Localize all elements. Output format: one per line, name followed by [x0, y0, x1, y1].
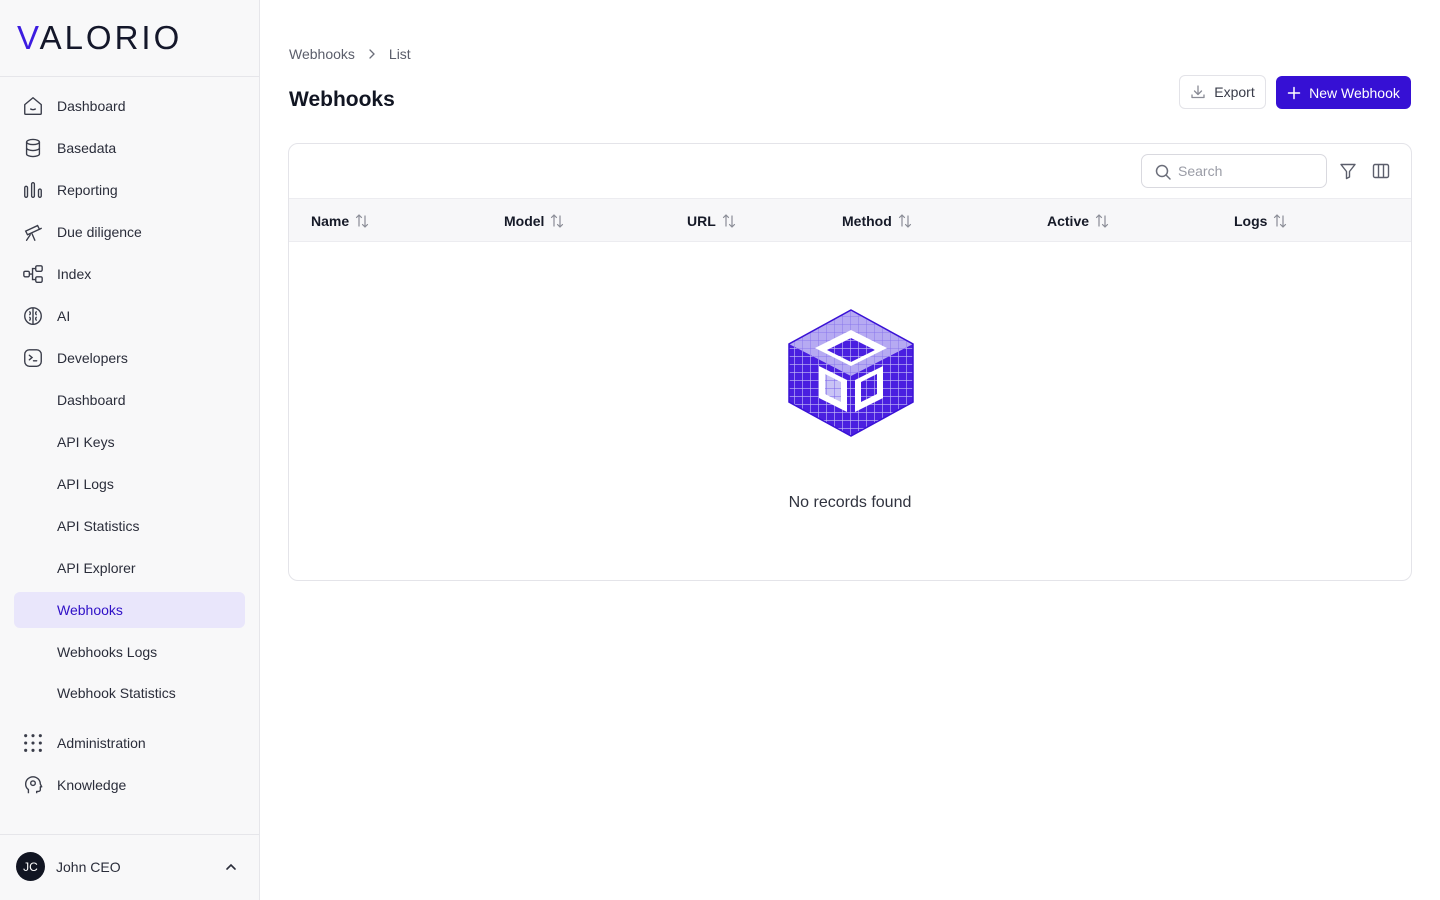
sidebar-item-label: Reporting	[57, 182, 118, 198]
sidebar-item-reporting[interactable]: Reporting	[14, 172, 245, 208]
column-header-method[interactable]: Method	[842, 199, 914, 242]
table-header: Name Model URL Method Active Logs	[289, 199, 1411, 242]
sidebar-subitem-api-explorer[interactable]: API Explorer	[14, 550, 245, 586]
column-header-logs[interactable]: Logs	[1234, 199, 1289, 242]
head-icon	[22, 774, 44, 796]
search-input[interactable]	[1178, 161, 1318, 181]
sort-icon	[548, 212, 566, 230]
sidebar-subitem-api-keys[interactable]: API Keys	[14, 424, 245, 460]
sort-icon	[720, 212, 738, 230]
sidebar-item-dashboard[interactable]: Dashboard	[14, 88, 245, 124]
sidebar-subitem-dashboard[interactable]: Dashboard	[14, 382, 245, 418]
logo-area: VALORIO	[0, 0, 259, 77]
table-toolbar	[289, 144, 1411, 199]
user-menu[interactable]: JC John CEO	[0, 834, 259, 900]
export-button[interactable]: Export	[1179, 75, 1266, 109]
hierarchy-icon	[22, 263, 44, 285]
sidebar-item-due-diligence[interactable]: Due diligence	[14, 214, 245, 250]
sidebar-item-developers[interactable]: Developers	[14, 340, 245, 376]
column-header-active[interactable]: Active	[1047, 199, 1111, 242]
sidebar-item-label: Webhooks	[57, 602, 123, 618]
sort-icon	[1093, 212, 1111, 230]
search-box	[1141, 154, 1327, 188]
sidebar-item-label: Knowledge	[57, 777, 127, 793]
sidebar-item-label: Dashboard	[57, 98, 126, 114]
terminal-icon	[22, 347, 44, 369]
column-label: URL	[687, 212, 716, 229]
sidebar-item-index[interactable]: Index	[14, 256, 245, 292]
sidebar-item-label: AI	[57, 308, 71, 324]
sidebar-item-label: Webhook Statistics	[57, 685, 176, 701]
column-header-url[interactable]: URL	[687, 199, 738, 242]
column-header-name[interactable]: Name	[311, 199, 371, 242]
search-icon	[1154, 163, 1172, 181]
sidebar-item-label: API Statistics	[57, 518, 140, 534]
column-header-model[interactable]: Model	[504, 199, 566, 242]
webhooks-table-card: Name Model URL Method Active Logs	[288, 143, 1412, 581]
columns-icon[interactable]	[1371, 161, 1391, 181]
sidebar-subitem-webhook-statistics[interactable]: Webhook Statistics	[14, 675, 245, 711]
sidebar: VALORIO Dashboard Basedata Reporting Due…	[0, 0, 260, 900]
export-label: Export	[1214, 84, 1255, 100]
valorio-logo[interactable]: VALORIO	[17, 19, 182, 57]
sidebar-item-knowledge[interactable]: Knowledge	[14, 767, 245, 803]
empty-message: No records found	[788, 494, 912, 511]
column-label: Method	[842, 212, 892, 229]
sidebar-item-ai[interactable]: AI	[14, 298, 245, 334]
database-icon	[22, 137, 44, 159]
user-name: John CEO	[56, 859, 121, 875]
column-label: Logs	[1234, 212, 1268, 229]
new-webhook-button[interactable]: New Webhook	[1276, 76, 1411, 109]
sort-icon	[1271, 212, 1289, 230]
chevron-right-icon	[365, 47, 379, 61]
sort-icon	[353, 212, 371, 230]
new-webhook-label: New Webhook	[1309, 84, 1400, 101]
empty-state: No records found	[289, 242, 1411, 580]
breadcrumb-webhooks-link[interactable]: Webhooks	[289, 46, 355, 62]
sidebar-item-label: Webhooks Logs	[57, 644, 158, 660]
sidebar-item-label: Dashboard	[57, 392, 126, 408]
sidebar-item-label: API Logs	[57, 476, 114, 492]
home-icon	[22, 95, 44, 117]
sidebar-subitem-api-logs[interactable]: API Logs	[14, 466, 245, 502]
sidebar-item-label: Administration	[57, 735, 146, 751]
breadcrumb-current: List	[388, 46, 411, 62]
sidebar-item-administration[interactable]: Administration	[14, 725, 245, 761]
empty-cube-illustration	[788, 309, 914, 437]
sidebar-item-label: Index	[57, 266, 92, 282]
bar-chart-icon	[22, 179, 44, 201]
column-label: Active	[1047, 212, 1090, 229]
download-icon	[1190, 84, 1206, 100]
sidebar-item-label: Due diligence	[57, 224, 142, 240]
sidebar-item-label: Basedata	[57, 140, 117, 156]
filter-icon[interactable]	[1338, 161, 1358, 181]
column-label: Model	[504, 212, 545, 229]
sort-icon	[896, 212, 914, 230]
sidebar-subitem-webhooks-logs[interactable]: Webhooks Logs	[14, 634, 245, 670]
sidebar-item-basedata[interactable]: Basedata	[14, 130, 245, 166]
column-label: Name	[311, 212, 350, 229]
sidebar-item-label: Developers	[57, 350, 128, 366]
sidebar-subitem-webhooks[interactable]: Webhooks	[14, 592, 245, 628]
brain-icon	[22, 305, 44, 327]
telescope-icon	[22, 221, 44, 243]
sidebar-item-label: API Keys	[57, 434, 115, 450]
sidebar-item-label: API Explorer	[57, 560, 136, 576]
chevron-up-icon[interactable]	[223, 859, 239, 875]
grid-dots-icon	[22, 732, 44, 754]
sidebar-subitem-api-statistics[interactable]: API Statistics	[14, 508, 245, 544]
page-title: Webhooks	[289, 88, 395, 111]
avatar: JC	[16, 852, 45, 881]
breadcrumb: Webhooks List	[289, 46, 411, 62]
plus-icon	[1287, 86, 1301, 100]
